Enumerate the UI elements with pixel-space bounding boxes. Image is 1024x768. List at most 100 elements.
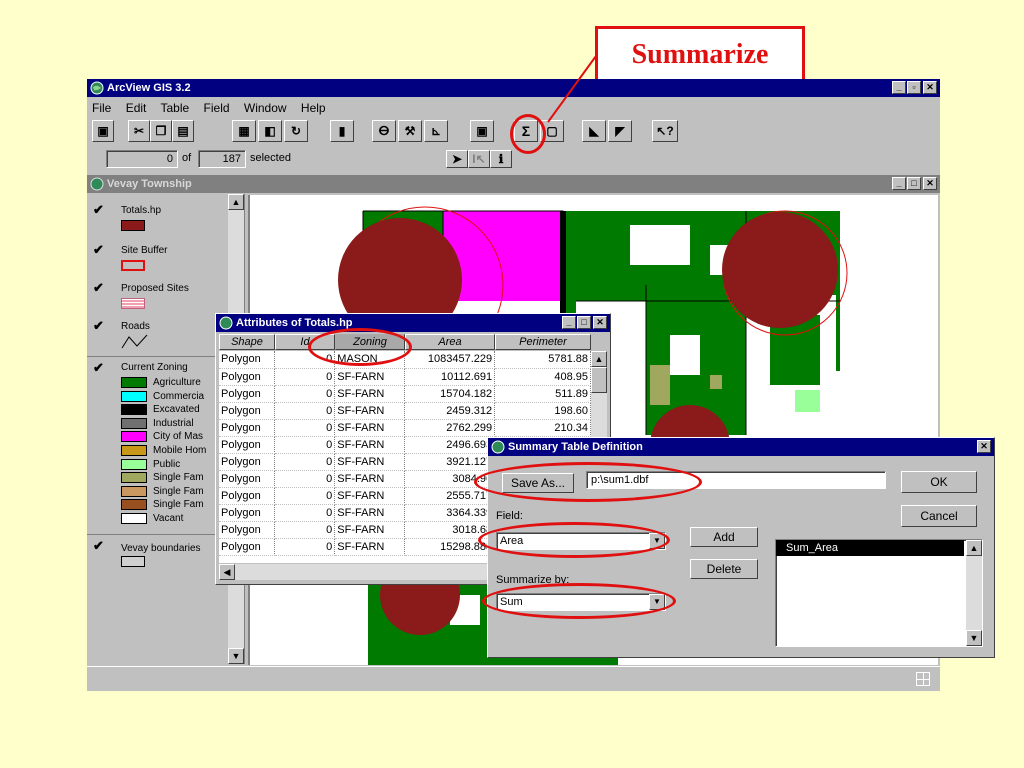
zoning-swatch bbox=[121, 404, 147, 416]
zoning-swatch bbox=[121, 417, 147, 429]
list-item-selected[interactable]: Sum_Area bbox=[776, 540, 964, 556]
scroll-up-button[interactable]: ▲ bbox=[591, 351, 607, 367]
legend-swatch bbox=[121, 260, 145, 271]
menu-bar: File Edit Table Field Window Help bbox=[92, 100, 337, 116]
paste-tool[interactable]: ▤ bbox=[172, 120, 194, 142]
legend-label: Totals.hp bbox=[121, 205, 162, 216]
cancel-button[interactable]: Cancel bbox=[901, 505, 977, 527]
table-row[interactable]: Polygon 0 SF-FARN 2459.312 198.60 bbox=[219, 402, 591, 420]
menu-field[interactable]: Field bbox=[204, 101, 230, 115]
of-label: of bbox=[182, 152, 192, 164]
table-cell: SF-FARN bbox=[334, 436, 406, 454]
ok-button[interactable]: OK bbox=[901, 471, 977, 493]
table-row[interactable]: Polygon 0 SF-FARN 2762.299 210.34 bbox=[219, 419, 591, 437]
check-icon[interactable]: ✔ bbox=[93, 242, 104, 258]
cut-tool[interactable]: ✂ bbox=[128, 120, 150, 142]
zoning-swatch bbox=[121, 499, 147, 511]
table-cell: SF-FARN bbox=[334, 487, 406, 505]
check-icon[interactable]: ✔ bbox=[93, 202, 104, 218]
table-cell: 0 bbox=[274, 419, 336, 437]
column-header-shape[interactable]: Shape bbox=[219, 334, 275, 350]
zoning-class-label: Agriculture bbox=[153, 377, 201, 388]
attributes-minimize-button[interactable]: _ bbox=[562, 316, 576, 329]
query-tool[interactable]: ⚒ bbox=[398, 120, 422, 142]
copy-tool[interactable]: ❐ bbox=[150, 120, 172, 142]
app-titlebar: ArcView GIS 3.2 _ ▫ ✕ bbox=[87, 79, 940, 97]
sort-ascending-tool[interactable]: ◣ bbox=[582, 120, 606, 142]
scroll-thumb[interactable] bbox=[591, 367, 607, 393]
table-tool[interactable]: ▦ bbox=[232, 120, 256, 142]
table-cell: 2762.299 bbox=[404, 419, 496, 437]
join-tool[interactable]: ⊾ bbox=[424, 120, 448, 142]
restore-button[interactable]: ▫ bbox=[907, 81, 921, 94]
check-icon[interactable]: ✔ bbox=[93, 280, 104, 296]
scroll-down-button[interactable]: ▼ bbox=[966, 630, 982, 646]
select-feature-tool[interactable]: I↖ bbox=[468, 150, 490, 168]
attributes-close-button[interactable]: ✕ bbox=[593, 316, 607, 329]
menu-window[interactable]: Window bbox=[244, 101, 287, 115]
list-scrollbar[interactable]: ▲ ▼ bbox=[966, 540, 982, 646]
delete-button[interactable]: Delete bbox=[690, 559, 758, 579]
summary-titlebar: Summary Table Definition ✕ bbox=[488, 438, 994, 456]
menu-table[interactable]: Table bbox=[161, 101, 190, 115]
summarize-by-highlight-ring bbox=[482, 583, 676, 619]
close-button[interactable]: ✕ bbox=[923, 81, 937, 94]
add-button[interactable]: Add bbox=[690, 527, 758, 547]
menu-file[interactable]: File bbox=[92, 101, 111, 115]
view-titlebar: Vevay Township _ □ ✕ bbox=[87, 175, 940, 193]
table-row[interactable]: Polygon 0 SF-FARN 15704.182 511.89 bbox=[219, 385, 591, 403]
total-count-field: 187 bbox=[198, 150, 246, 168]
check-icon[interactable]: ✔ bbox=[93, 538, 104, 554]
menu-edit[interactable]: Edit bbox=[126, 101, 147, 115]
find-tool[interactable]: ⴱ bbox=[372, 120, 396, 142]
summary-close-button[interactable]: ✕ bbox=[977, 440, 991, 453]
view-maximize-button[interactable]: □ bbox=[907, 177, 921, 190]
view-close-button[interactable]: ✕ bbox=[923, 177, 937, 190]
table-cell: 2496.693 bbox=[404, 436, 496, 454]
sort-descending-tool[interactable]: ◤ bbox=[608, 120, 632, 142]
scroll-up-button[interactable]: ▲ bbox=[228, 194, 244, 210]
view-minimize-button[interactable]: _ bbox=[892, 177, 906, 190]
table-cell: SF-FARN bbox=[334, 402, 406, 420]
promote-tool[interactable]: ▣ bbox=[470, 120, 494, 142]
check-icon[interactable]: ✔ bbox=[93, 318, 104, 334]
table-cell: Polygon bbox=[219, 419, 276, 437]
save-tool[interactable]: ▣ bbox=[92, 120, 114, 142]
zoning-class-label: Mobile Hom bbox=[153, 445, 207, 456]
table-cell: 0 bbox=[274, 521, 336, 539]
help-tool[interactable]: ↖? bbox=[652, 120, 678, 142]
site-circle-east bbox=[722, 212, 838, 328]
identify-tool[interactable]: ℹ bbox=[490, 150, 512, 168]
legend-swatch bbox=[121, 220, 145, 231]
zoning-swatch bbox=[121, 377, 147, 388]
table-row[interactable]: Polygon 0 SF-FARN 10112.691 408.95 bbox=[219, 368, 591, 386]
zoning-swatch bbox=[121, 431, 147, 443]
summary-fields-list[interactable]: Sum_Area ▲ ▼ bbox=[775, 539, 983, 647]
table-cell: 0 bbox=[274, 538, 336, 556]
attributes-maximize-button[interactable]: □ bbox=[577, 316, 591, 329]
chart-tool[interactable]: ▮ bbox=[330, 120, 354, 142]
scroll-down-button[interactable]: ▼ bbox=[228, 648, 244, 664]
table-cell: 0 bbox=[274, 453, 336, 471]
selected-label: selected bbox=[250, 152, 291, 164]
refresh-tool[interactable]: ↻ bbox=[284, 120, 308, 142]
pointer-tool[interactable]: ➤ bbox=[446, 150, 468, 168]
select-all-tool[interactable]: ◧ bbox=[258, 120, 282, 142]
column-header-area[interactable]: Area bbox=[405, 334, 495, 350]
table-cell: SF-FARN bbox=[334, 419, 406, 437]
table-cell: Polygon bbox=[219, 368, 276, 386]
table-cell: SF-FARN bbox=[334, 538, 406, 556]
table-cell: 5781.88 bbox=[494, 351, 591, 369]
zoning-class-label: Public bbox=[153, 458, 181, 470]
globe-icon bbox=[219, 316, 233, 330]
column-header-perimeter[interactable]: Perimeter bbox=[495, 334, 591, 350]
selected-count-field: 0 bbox=[106, 150, 178, 168]
minimize-button[interactable]: _ bbox=[892, 81, 906, 94]
scroll-up-button[interactable]: ▲ bbox=[966, 540, 982, 556]
check-icon[interactable]: ✔ bbox=[93, 360, 104, 376]
menu-help[interactable]: Help bbox=[301, 101, 326, 115]
zoning-class-label: Single Fam bbox=[153, 485, 204, 497]
app-title: ArcView GIS 3.2 bbox=[107, 82, 191, 94]
scroll-left-button[interactable]: ◀ bbox=[219, 564, 235, 580]
table-cell: 0 bbox=[274, 402, 336, 420]
